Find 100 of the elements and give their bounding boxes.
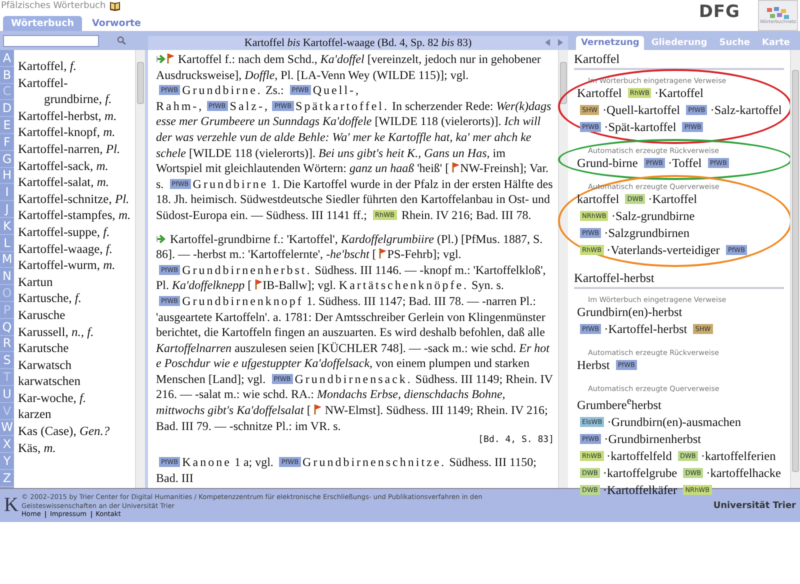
dictionary-badge[interactable]: PfWB xyxy=(290,85,311,96)
entry-link[interactable]: Kartoffel-suppe, f. xyxy=(18,224,132,241)
entry-link[interactable]: Kartoffel-schnitze, Pl. xyxy=(18,190,132,208)
dictionary-badge[interactable]: DWB xyxy=(580,485,600,496)
dictionary-badge[interactable]: RhWB xyxy=(372,210,397,220)
flag-icon[interactable] xyxy=(167,53,175,64)
entry-link[interactable]: karzen xyxy=(18,406,132,424)
entry-link[interactable]: Karussell, n., f. xyxy=(18,324,132,340)
flag-icon[interactable] xyxy=(379,248,388,260)
entry-link[interactable]: Käs, m. xyxy=(18,440,132,456)
entry-link[interactable]: Kartoffel, f. xyxy=(18,58,132,75)
scrollbar[interactable] xyxy=(558,50,568,488)
entry-link[interactable]: Karwatsch xyxy=(18,356,132,374)
cross-reference-link[interactable]: ·kartoffelfeld xyxy=(606,449,672,464)
panel-tab[interactable]: Vernetzung xyxy=(576,36,644,50)
cross-reference-link[interactable]: ·Grundbirnenherbst xyxy=(604,432,702,446)
dictionary-badge[interactable]: PfWB xyxy=(682,122,704,132)
scrollbar[interactable] xyxy=(135,50,145,488)
dictionary-badge[interactable]: PfWB xyxy=(580,228,602,238)
cross-reference-link[interactable]: ·Kartoffelkäfer xyxy=(602,483,678,498)
cross-reference-link[interactable]: ·kartoffelgrube xyxy=(602,466,678,480)
cross-reference-link[interactable]: ·Kartoffel-herbst xyxy=(604,322,688,336)
dictionary-badge[interactable]: DWB xyxy=(625,194,646,204)
arrow-icon[interactable] xyxy=(156,54,167,64)
dictionary-badge[interactable]: PfWB xyxy=(644,158,665,168)
dictionary-badge[interactable]: PfWB xyxy=(159,264,180,275)
cross-reference-link[interactable]: Grumbere$^{e}$herbst xyxy=(577,398,662,412)
dictionary-badge[interactable]: PfWB xyxy=(272,374,293,384)
entry-link[interactable]: Kartoffel-stampfes, m. xyxy=(18,207,132,224)
dictionary-badge[interactable]: DWB xyxy=(683,468,704,478)
entry-link[interactable]: Kartun xyxy=(18,274,132,290)
article-paragraph: $^{PfWB}$ Kanone 1 a; vgl. $^{PfWB}$ Grundbirnenschnitze. Südhess. III 1150; Bad. III xyxy=(156,455,538,486)
dictionary-badge[interactable]: NRhWB xyxy=(580,211,608,221)
cross-reference-link[interactable]: Grund-birne xyxy=(577,156,638,170)
cross-reference-link[interactable]: ·Salz-grundbirne xyxy=(611,209,695,223)
cross-reference-link[interactable]: ·kartoffelferien xyxy=(700,449,776,464)
dictionary-badge[interactable]: PfWB xyxy=(159,296,180,306)
cross-reference-link[interactable]: kartoffel xyxy=(577,192,620,206)
dictionary-badge[interactable]: NRhWB xyxy=(683,485,712,496)
dictionary-badge[interactable]: PfWB xyxy=(206,100,228,111)
cross-reference-link[interactable]: ·Toffel xyxy=(668,156,702,170)
cross-reference-link[interactable]: ·Grundbirn(en)-ausmachen xyxy=(607,415,742,430)
cross-reference-link[interactable]: ·kartoffelhacke xyxy=(706,466,781,480)
cross-reference-link[interactable]: ·Vaterlands-verteidiger xyxy=(606,243,720,257)
cross-reference-link[interactable]: ·Kartoffel xyxy=(648,192,698,206)
entry-link[interactable]: Kartoffel-grundbirne, f. xyxy=(18,74,132,108)
cross-reference-link[interactable]: ·Kartoffel xyxy=(654,86,704,100)
dictionary-badge[interactable]: SHW xyxy=(580,105,600,115)
dictionary-badge[interactable]: SHW xyxy=(693,324,713,334)
dictionary-badge[interactable]: PfWB xyxy=(272,100,294,111)
dictionary-badge[interactable]: PfWB xyxy=(580,434,602,444)
flag-icon[interactable] xyxy=(314,404,322,416)
entry-link[interactable]: karwatschen xyxy=(18,373,132,390)
dictionary-badge[interactable]: ElsWB xyxy=(580,417,604,428)
university-logo: Universität Trier xyxy=(713,500,796,510)
arrow-icon[interactable] xyxy=(156,234,167,244)
dictionary-badge[interactable]: PfWB xyxy=(708,158,729,168)
dictionary-badge[interactable]: PfWB xyxy=(159,85,180,96)
entry-link[interactable]: Kartoffel-wurm, m. xyxy=(18,257,132,274)
book-icon xyxy=(108,0,121,11)
dictionary-badge[interactable]: DWB xyxy=(678,451,698,462)
search-field[interactable] xyxy=(3,34,99,46)
cross-reference-link[interactable]: Kartoffel xyxy=(577,86,622,100)
entry-link[interactable]: Kartoffel-sack, m. xyxy=(18,158,132,174)
dictionary-badge[interactable]: PfWB xyxy=(159,457,180,468)
entry-link[interactable]: Kartoffel-knopf, m. xyxy=(18,124,132,141)
cross-reference-link[interactable]: ·Salzgrundbirnen xyxy=(604,226,690,240)
entry-link[interactable]: Karusche xyxy=(18,306,132,324)
site-title: Pfälzisches Wörterbuch xyxy=(1,0,106,10)
previous-icon[interactable] xyxy=(544,38,551,47)
cross-reference-link[interactable]: ·Quell-kartoffel xyxy=(602,103,680,117)
page-reference: [Bd. 4, S. 83] xyxy=(477,434,554,448)
dictionary-badge[interactable]: RhWB xyxy=(580,245,604,255)
dictionary-badge[interactable]: RhWB xyxy=(580,451,604,462)
dictionary-badge[interactable]: PfWB xyxy=(686,105,708,115)
entry-link[interactable]: Kartoffel-herbst, m. xyxy=(18,108,132,124)
dictionary-badge[interactable]: PfWB xyxy=(580,324,602,334)
flag-icon[interactable] xyxy=(254,279,263,290)
entry-link[interactable]: Kartoffel-narren, Pl. xyxy=(18,140,132,158)
dictionary-badge[interactable]: PfWB xyxy=(616,360,637,370)
entry-link[interactable]: Karutsche xyxy=(18,340,132,357)
cross-reference-link[interactable]: Herbst xyxy=(577,358,610,372)
dictionary-badge[interactable]: RhWB xyxy=(628,88,652,98)
dictionary-badge[interactable]: PfWB xyxy=(580,122,602,132)
dictionary-badge[interactable]: PfWB xyxy=(279,457,301,468)
cross-reference-link[interactable]: ·Spät-kartoffel xyxy=(604,120,676,134)
cross-reference-link[interactable]: Grundbirn(en)-herbst xyxy=(577,305,682,319)
cross-reference-link[interactable]: ·Salz-kartoffel xyxy=(710,103,782,117)
dictionary-badge[interactable]: PfWB xyxy=(726,245,748,255)
entry-link[interactable]: Kartusche, f. xyxy=(18,290,132,307)
entry-link[interactable]: Kartoffel-waage, f. xyxy=(18,240,132,258)
entry-link[interactable]: Kartoffel-salat, m. xyxy=(18,174,132,191)
dictionary-badge[interactable]: PfWB xyxy=(170,178,191,189)
entry-link[interactable]: Kar-woche, f. xyxy=(18,390,132,406)
scrollbar[interactable] xyxy=(790,50,800,488)
tiles-icon xyxy=(765,6,791,20)
next-icon[interactable] xyxy=(557,38,564,47)
dictionary-badge[interactable]: DWB xyxy=(580,468,600,478)
entry-link[interactable]: Kas (Case), Gen.? xyxy=(18,423,132,440)
flag-icon[interactable] xyxy=(452,162,460,174)
